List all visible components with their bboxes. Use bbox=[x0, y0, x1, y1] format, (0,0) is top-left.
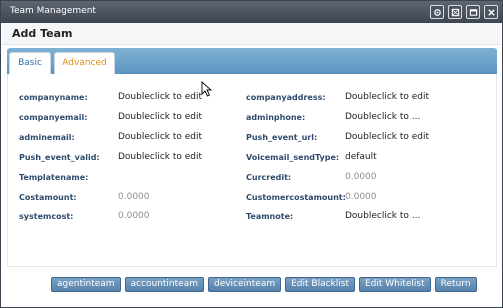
field-value-costamount: 0.0000 bbox=[118, 192, 150, 202]
agentinteam-button[interactable]: agentinteam bbox=[51, 277, 121, 292]
page-title: Add Team bbox=[12, 27, 73, 40]
field-label-customercostamount: Customercostamount: bbox=[246, 193, 346, 202]
edit-blacklist-button[interactable]: Edit Blacklist bbox=[285, 277, 355, 292]
field-value-push-event-valid[interactable]: Doubleclick to edit bbox=[118, 152, 202, 162]
tab-advanced[interactable]: Advanced bbox=[54, 52, 115, 74]
dialog-header: Add Team bbox=[2, 23, 501, 45]
close-icon[interactable] bbox=[484, 5, 498, 19]
mouse-pointer-icon bbox=[201, 81, 213, 97]
field-value-companyaddress[interactable]: Doubleclick to edit bbox=[345, 92, 429, 102]
field-label-templatename: Templatename: bbox=[19, 173, 89, 182]
field-value-systemcost: 0.0000 bbox=[118, 211, 150, 221]
field-value-companyname[interactable]: Doubleclick to edit bbox=[118, 92, 202, 102]
field-value-teamnote[interactable]: Doubleclick to ... bbox=[345, 211, 420, 221]
restore-icon[interactable] bbox=[448, 5, 462, 19]
settings-icon[interactable] bbox=[430, 5, 444, 19]
field-label-companyname: companyname: bbox=[19, 93, 88, 102]
button-bar: agentinteam accountinteam deviceinteam E… bbox=[7, 266, 497, 303]
field-value-companyemail[interactable]: Doubleclick to edit bbox=[118, 112, 202, 122]
return-button[interactable]: Return bbox=[434, 277, 477, 292]
field-label-voicemail-sendtype: Voicemail_sendType: bbox=[246, 153, 340, 162]
field-value-adminemail[interactable]: Doubleclick to edit bbox=[118, 132, 202, 142]
field-value-adminphone[interactable]: Doubleclick to ... bbox=[345, 112, 420, 122]
maximize-icon[interactable] bbox=[466, 5, 480, 19]
field-label-companyemail: companyemail: bbox=[19, 113, 88, 122]
field-label-push-event-url: Push_event_url: bbox=[246, 133, 318, 142]
field-value-push-event-url[interactable]: Doubleclick to edit bbox=[345, 132, 429, 142]
field-value-customercostamount: 0.0000 bbox=[345, 192, 377, 202]
edit-whitelist-button[interactable]: Edit Whitelist bbox=[358, 277, 431, 292]
field-label-adminphone: adminphone: bbox=[246, 113, 306, 122]
field-label-companyaddress: companyaddress: bbox=[246, 93, 326, 102]
field-value-curcredit: 0.0000 bbox=[345, 172, 377, 182]
tab-basic[interactable]: Basic bbox=[9, 52, 51, 74]
field-label-teamnote: Teamnote: bbox=[246, 212, 294, 221]
window-titlebar[interactable]: Team Management bbox=[1, 1, 502, 23]
field-value-voicemail-sendtype[interactable]: default bbox=[345, 152, 377, 162]
field-label-costamount: Costamount: bbox=[19, 193, 77, 202]
field-label-systemcost: systemcost: bbox=[19, 212, 74, 221]
advanced-form: companyname: Doubleclick to edit company… bbox=[7, 74, 497, 266]
field-label-adminemail: adminemail: bbox=[19, 133, 75, 142]
team-management-window: Team Management Add Team Basic Advanced … bbox=[0, 0, 503, 308]
field-label-curcredit: Curcredit: bbox=[246, 173, 292, 182]
accountinteam-button[interactable]: accountinteam bbox=[124, 277, 204, 292]
action-buttons: agentinteam accountinteam deviceinteam E… bbox=[51, 277, 477, 292]
window-controls bbox=[430, 5, 498, 19]
field-label-push-event-valid: Push_event_valid: bbox=[19, 153, 100, 162]
deviceinteam-button[interactable]: deviceinteam bbox=[207, 277, 282, 292]
tab-bar: Basic Advanced bbox=[7, 48, 497, 74]
window-title: Team Management bbox=[10, 6, 96, 16]
